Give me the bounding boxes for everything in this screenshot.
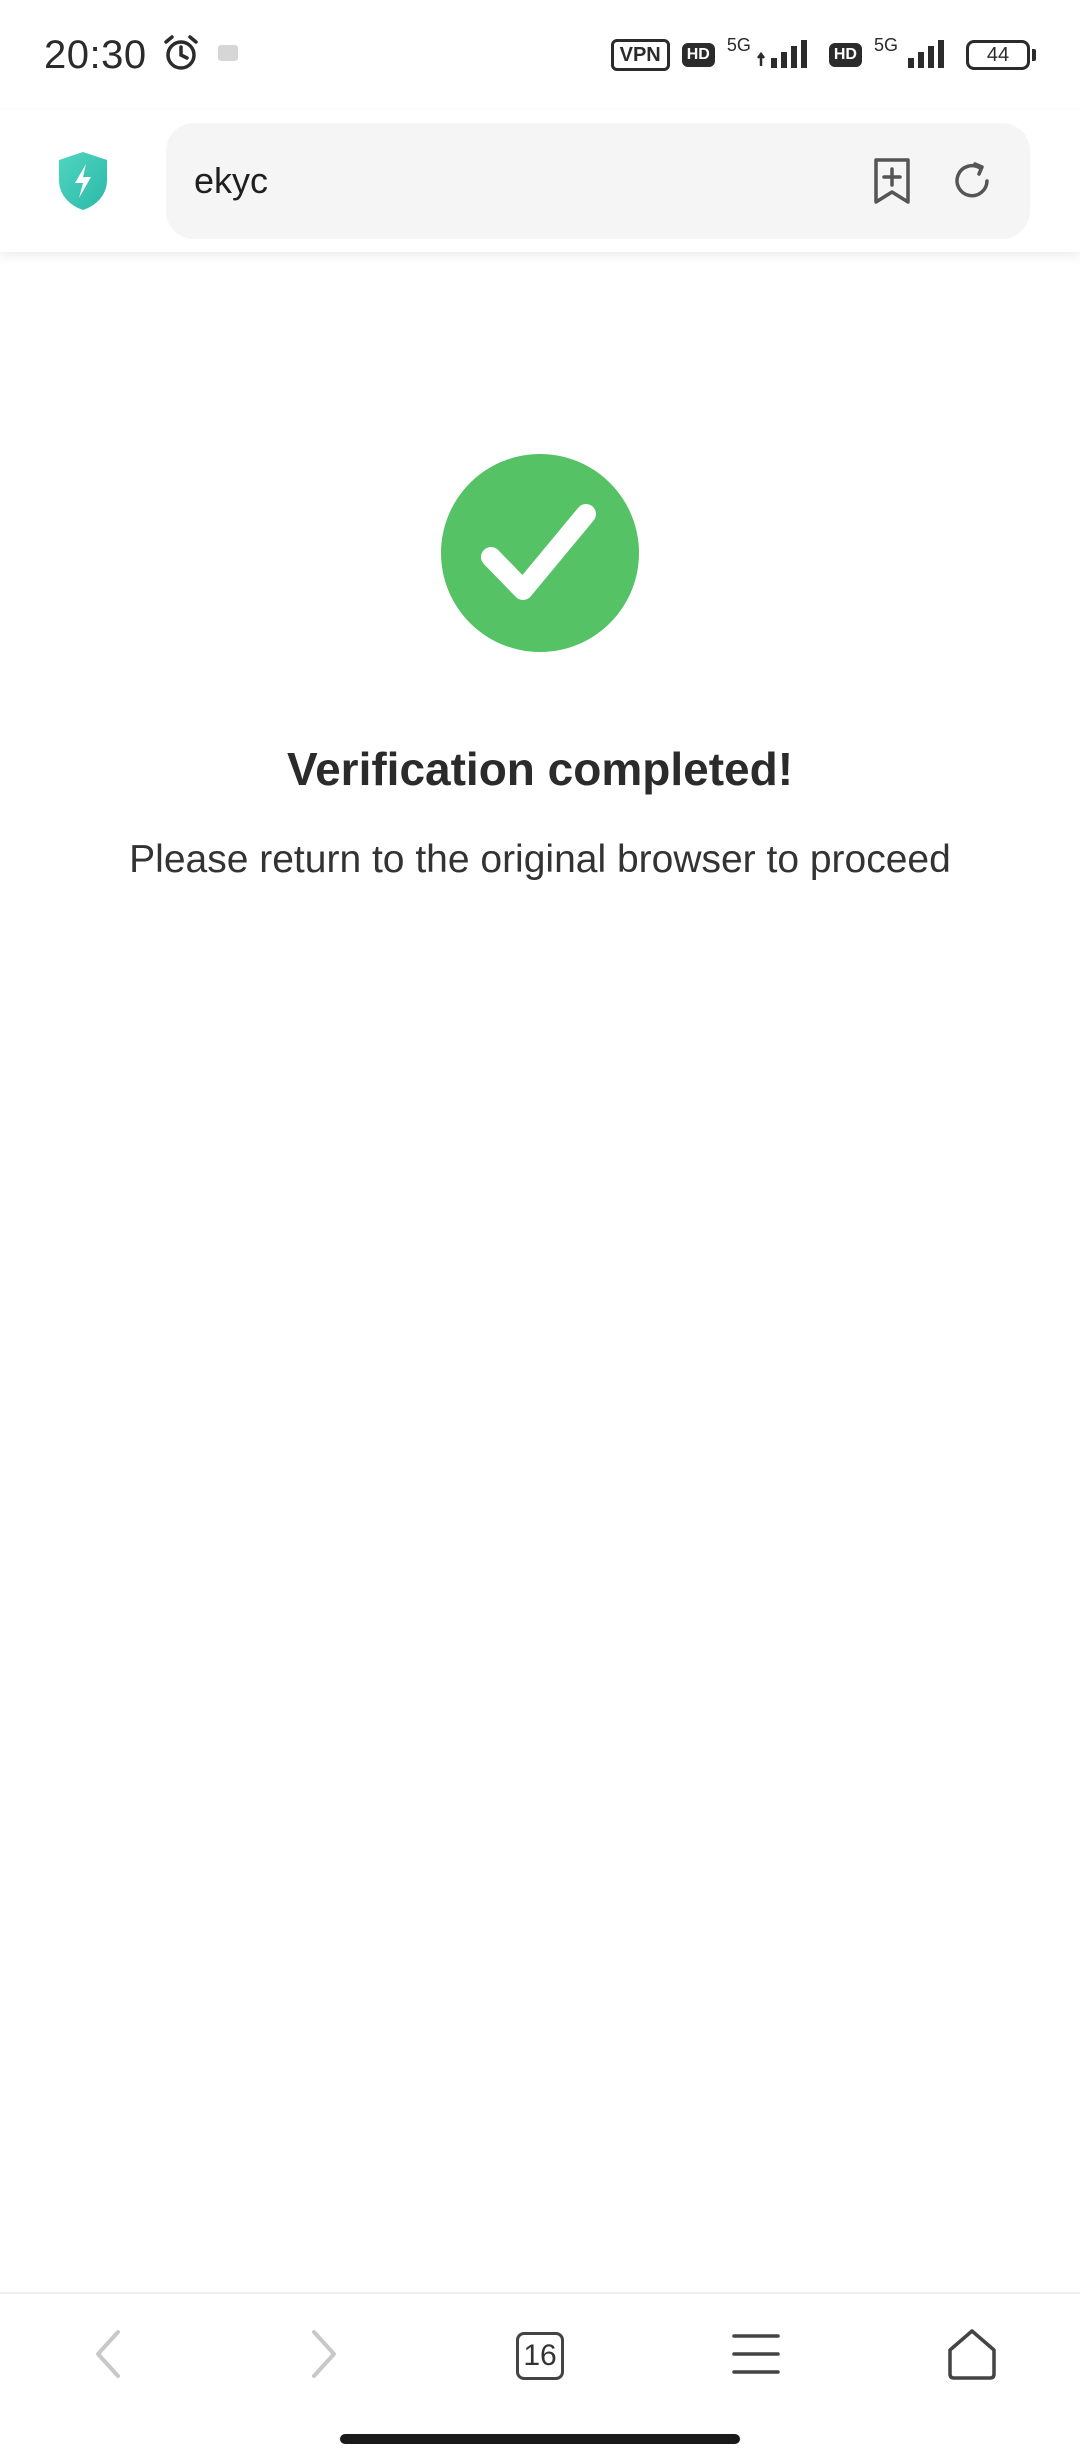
status-time: 20:30	[44, 32, 147, 77]
home-indicator[interactable]	[340, 2434, 740, 2444]
reload-icon[interactable]	[942, 151, 1002, 211]
home-button[interactable]	[912, 2306, 1032, 2406]
forward-button[interactable]	[264, 2306, 384, 2406]
back-button[interactable]	[48, 2306, 168, 2406]
status-right: VPN HD 5G HD 5G 44	[610, 34, 1036, 75]
bottom-nav: 16	[0, 2292, 1080, 2418]
vpn-badge: VPN	[610, 39, 670, 71]
chevron-left-icon	[88, 2326, 128, 2387]
home-icon	[944, 2326, 1000, 2387]
url-field[interactable]: ekyc	[166, 123, 1030, 239]
address-bar: ekyc	[0, 110, 1080, 252]
url-text[interactable]: ekyc	[194, 160, 842, 202]
tabs-button[interactable]: 16	[480, 2306, 600, 2406]
chevron-right-icon	[304, 2326, 344, 2387]
hd-badge-1: HD	[681, 43, 715, 67]
network-label-1: 5G	[726, 34, 751, 55]
hd-badge-2: HD	[828, 43, 862, 67]
status-left: 20:30	[44, 33, 241, 78]
bookmark-add-icon[interactable]	[862, 151, 922, 211]
battery-icon: 44	[966, 40, 1036, 70]
signal-icon-2	[904, 36, 954, 75]
battery-level: 44	[966, 40, 1030, 70]
notification-icon	[215, 40, 241, 71]
menu-button[interactable]	[696, 2306, 816, 2406]
alarm-icon	[161, 33, 201, 78]
status-bar: 20:30 VPN HD 5G HD 5G 44	[0, 0, 1080, 110]
battery-tip	[1032, 49, 1036, 61]
signal-icon-1	[756, 36, 817, 75]
page-title: Verification completed!	[286, 743, 794, 795]
shield-icon[interactable]	[0, 150, 166, 212]
hamburger-menu-icon	[731, 2332, 781, 2381]
network-label-2: 5G	[873, 34, 898, 55]
tab-count: 16	[516, 2332, 564, 2380]
checkmark-icon	[441, 454, 639, 652]
page-subtitle: Please return to the original browser to…	[129, 838, 951, 881]
main-content: Verification completed! Please return to…	[0, 252, 1080, 2292]
